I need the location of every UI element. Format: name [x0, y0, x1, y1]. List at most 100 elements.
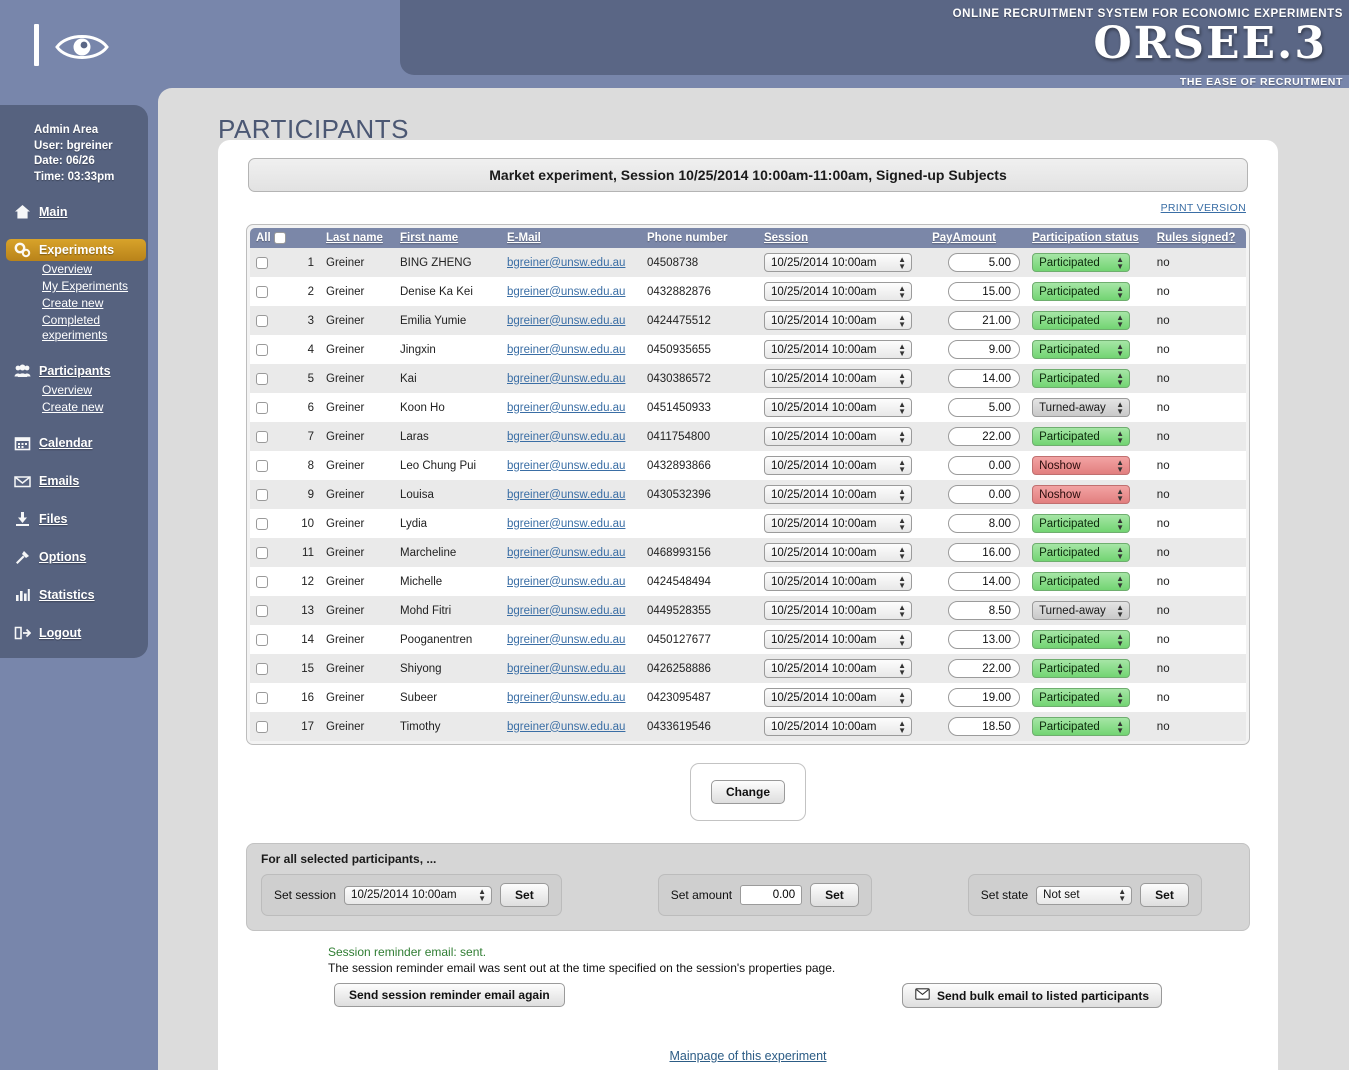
sidebar-item-logout[interactable]: Logout [0, 622, 148, 644]
row-email-link[interactable]: bgreiner@unsw.edu.au [507, 460, 625, 472]
row-checkbox[interactable] [256, 315, 268, 327]
sidebar-sublink[interactable]: Overview [42, 262, 92, 276]
row-email-link[interactable]: bgreiner@unsw.edu.au [507, 547, 625, 559]
row-status-select[interactable]: Turned-away [1032, 601, 1130, 620]
row-checkbox[interactable] [256, 402, 268, 414]
row-checkbox[interactable] [256, 547, 268, 559]
row-payamount-input[interactable] [948, 253, 1020, 272]
sidebar-item-participants[interactable]: Participants [0, 360, 148, 382]
row-checkbox[interactable] [256, 518, 268, 530]
row-status-select[interactable]: Participated [1032, 369, 1130, 388]
row-session-select[interactable]: 10/25/2014 10:00am [764, 688, 912, 707]
row-email-link[interactable]: bgreiner@unsw.edu.au [507, 605, 625, 617]
row-payamount-input[interactable] [948, 369, 1020, 388]
row-session-select[interactable]: 10/25/2014 10:00am [764, 311, 912, 330]
column-header-payamount[interactable]: PayAmount [926, 228, 1026, 248]
sidebar-item-main[interactable]: Main [0, 201, 148, 223]
set-session-button[interactable]: Set [500, 883, 549, 907]
row-status-select[interactable]: Participated [1032, 514, 1130, 533]
row-payamount-input[interactable] [948, 688, 1020, 707]
row-checkbox[interactable] [256, 344, 268, 356]
row-session-select[interactable]: 10/25/2014 10:00am [764, 369, 912, 388]
set-state-select[interactable]: Not set [1036, 886, 1132, 905]
set-session-select[interactable]: 10/25/2014 10:00am [344, 886, 492, 905]
row-payamount-input[interactable] [948, 601, 1020, 620]
row-session-select[interactable]: 10/25/2014 10:00am [764, 543, 912, 562]
row-session-select[interactable]: 10/25/2014 10:00am [764, 601, 912, 620]
sidebar-sublink[interactable]: My Experiments [42, 279, 128, 293]
row-email-link[interactable]: bgreiner@unsw.edu.au [507, 373, 625, 385]
column-header-rules[interactable]: Rules signed? [1151, 228, 1246, 248]
row-email-link[interactable]: bgreiner@unsw.edu.au [507, 663, 625, 675]
sidebar-item-emails[interactable]: Emails [0, 470, 148, 492]
sidebar-subitem-create-new[interactable]: Create new [0, 295, 148, 312]
row-payamount-input[interactable] [948, 543, 1020, 562]
row-session-select[interactable]: 10/25/2014 10:00am [764, 253, 912, 272]
row-email-link[interactable]: bgreiner@unsw.edu.au [507, 431, 625, 443]
row-email-link[interactable]: bgreiner@unsw.edu.au [507, 576, 625, 588]
column-header-status[interactable]: Participation status [1026, 228, 1151, 248]
row-email-link[interactable]: bgreiner@unsw.edu.au [507, 344, 625, 356]
row-payamount-input[interactable] [948, 311, 1020, 330]
select-all-checkbox[interactable] [274, 232, 286, 244]
row-email-link[interactable]: bgreiner@unsw.edu.au [507, 692, 625, 704]
row-session-select[interactable]: 10/25/2014 10:00am [764, 630, 912, 649]
set-state-button[interactable]: Set [1140, 883, 1189, 907]
row-email-link[interactable]: bgreiner@unsw.edu.au [507, 315, 625, 327]
sidebar-subitem-overview[interactable]: Overview [0, 261, 148, 278]
row-email-link[interactable]: bgreiner@unsw.edu.au [507, 402, 625, 414]
sidebar-subitem-participants-create-new[interactable]: Create new [0, 399, 148, 416]
row-payamount-input[interactable] [948, 485, 1020, 504]
column-header-last-name[interactable]: Last name [320, 228, 394, 248]
row-payamount-input[interactable] [948, 514, 1020, 533]
row-status-select[interactable]: Participated [1032, 717, 1130, 736]
row-status-select[interactable]: Participated [1032, 282, 1130, 301]
sidebar-subitem-participants-overview[interactable]: Overview [0, 382, 148, 399]
row-session-select[interactable]: 10/25/2014 10:00am [764, 659, 912, 678]
column-header-session[interactable]: Session [758, 228, 926, 248]
sidebar-sublink[interactable]: Create new [42, 400, 103, 414]
row-payamount-input[interactable] [948, 398, 1020, 417]
row-checkbox[interactable] [256, 286, 268, 298]
row-checkbox[interactable] [256, 634, 268, 646]
row-payamount-input[interactable] [948, 282, 1020, 301]
row-session-select[interactable]: 10/25/2014 10:00am [764, 717, 912, 736]
row-status-select[interactable]: Participated [1032, 572, 1130, 591]
row-payamount-input[interactable] [948, 456, 1020, 475]
print-version-link[interactable]: PRINT VERSION [1161, 202, 1246, 214]
row-checkbox[interactable] [256, 431, 268, 443]
row-checkbox[interactable] [256, 605, 268, 617]
sidebar-item-options[interactable]: Options [0, 546, 148, 568]
row-status-select[interactable]: Participated [1032, 311, 1130, 330]
row-status-select[interactable]: Participated [1032, 427, 1130, 446]
sidebar-subitem-completed-experiments[interactable]: Completed experiments [0, 312, 148, 344]
row-session-select[interactable]: 10/25/2014 10:00am [764, 340, 912, 359]
row-status-select[interactable]: Noshow [1032, 456, 1130, 475]
row-status-select[interactable]: Participated [1032, 340, 1130, 359]
row-payamount-input[interactable] [948, 717, 1020, 736]
row-status-select[interactable]: Participated [1032, 688, 1130, 707]
set-amount-input[interactable] [740, 885, 802, 905]
row-session-select[interactable]: 10/25/2014 10:00am [764, 398, 912, 417]
row-status-select[interactable]: Participated [1032, 659, 1130, 678]
row-checkbox[interactable] [256, 692, 268, 704]
send-reminder-again-button[interactable]: Send session reminder email again [334, 983, 565, 1007]
sidebar-sublink[interactable]: Completed experiments [42, 313, 107, 342]
set-amount-button[interactable]: Set [810, 883, 859, 907]
row-email-link[interactable]: bgreiner@unsw.edu.au [507, 518, 625, 530]
sidebar-item-statistics[interactable]: Statistics [0, 584, 148, 606]
row-payamount-input[interactable] [948, 427, 1020, 446]
row-email-link[interactable]: bgreiner@unsw.edu.au [507, 286, 625, 298]
sidebar-sublink[interactable]: Overview [42, 383, 92, 397]
change-button[interactable]: Change [711, 780, 785, 804]
row-session-select[interactable]: 10/25/2014 10:00am [764, 514, 912, 533]
row-status-select[interactable]: Participated [1032, 630, 1130, 649]
row-status-select[interactable]: Turned-away [1032, 398, 1130, 417]
row-payamount-input[interactable] [948, 572, 1020, 591]
sidebar-subitem-my-experiments[interactable]: My Experiments [0, 278, 148, 295]
row-session-select[interactable]: 10/25/2014 10:00am [764, 485, 912, 504]
sidebar-sublink[interactable]: Create new [42, 296, 103, 310]
row-status-select[interactable]: Participated [1032, 253, 1130, 272]
row-checkbox[interactable] [256, 257, 268, 269]
row-payamount-input[interactable] [948, 630, 1020, 649]
